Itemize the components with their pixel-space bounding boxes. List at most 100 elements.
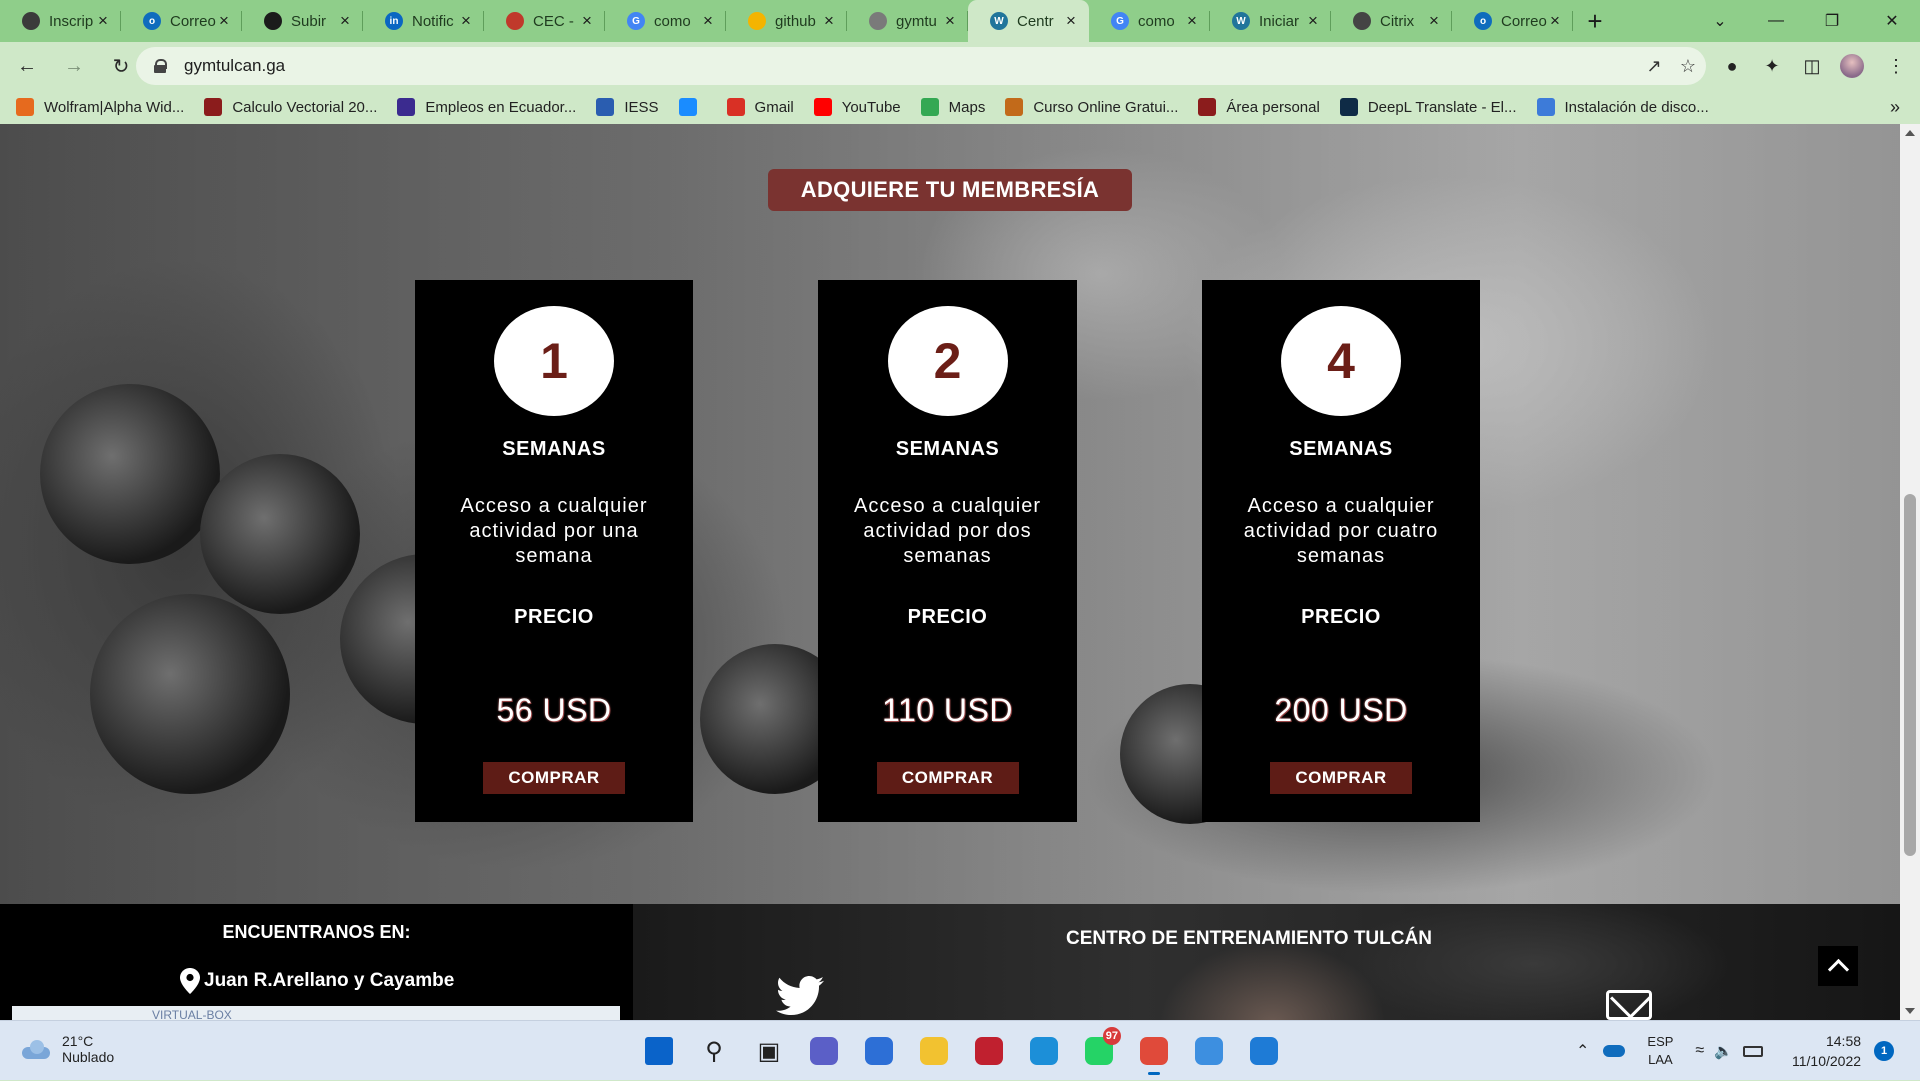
close-window-icon[interactable]: ✕ — [1864, 0, 1920, 42]
scroll-down-arrow-icon[interactable] — [1905, 1008, 1915, 1014]
store-icon[interactable] — [859, 1031, 899, 1071]
tab-title: Centr — [1017, 12, 1054, 30]
profile-avatar[interactable] — [1832, 42, 1872, 90]
close-tab-icon[interactable]: × — [1426, 11, 1442, 31]
twitter-icon[interactable] — [776, 976, 824, 1016]
wifi-icon[interactable]: ≈ — [1695, 1042, 1704, 1060]
search-icon[interactable]: ⚲ — [694, 1031, 734, 1071]
browser-tab[interactable]: CEC - × — [484, 0, 605, 42]
disk-icon — [1536, 98, 1555, 116]
close-tab-icon[interactable]: × — [95, 11, 111, 31]
bookmark-item[interactable]: Wolfram|Alpha Wid... — [16, 98, 184, 116]
remote-desktop-icon[interactable] — [1244, 1031, 1284, 1071]
bookmark-item[interactable]: Calculo Vectorial 20... — [204, 98, 377, 116]
bookmark-label: Área personal — [1226, 98, 1320, 116]
chevron-up-icon[interactable]: ⌃ — [1576, 1041, 1589, 1061]
page-scrollbar[interactable] — [1900, 124, 1920, 1020]
bookmark-item[interactable]: Área personal — [1198, 98, 1320, 116]
close-tab-icon[interactable]: × — [1305, 11, 1321, 31]
close-tab-icon[interactable]: × — [1063, 11, 1079, 31]
browser-tab[interactable]: o Correo × — [1452, 0, 1573, 42]
bookmark-item[interactable]: Curso Online Gratui... — [1005, 98, 1178, 116]
screen-recorder-icon[interactable] — [969, 1031, 1009, 1071]
start-icon[interactable] — [639, 1031, 679, 1071]
bookmark-star-icon[interactable]: ☆ — [1670, 47, 1706, 85]
back-icon[interactable]: ← — [7, 46, 47, 86]
battery-icon[interactable] — [1742, 1045, 1763, 1057]
onedrive-icon[interactable] — [1603, 1045, 1626, 1057]
weather-widget[interactable]: 21°C Nublado — [20, 1033, 114, 1065]
reload-icon[interactable]: ↻ — [101, 46, 141, 86]
forward-icon[interactable]: → — [54, 46, 94, 86]
bookmark-item[interactable]: Maps — [920, 98, 985, 116]
bookmark-item[interactable]: Gmail — [726, 98, 794, 116]
close-tab-icon[interactable]: × — [579, 11, 595, 31]
close-tab-icon[interactable]: × — [337, 11, 353, 31]
bookmark-item[interactable] — [678, 98, 707, 116]
more-bookmarks-icon[interactable]: » — [1890, 90, 1900, 124]
lock-icon[interactable] — [154, 59, 167, 73]
notepad-icon[interactable] — [1189, 1031, 1229, 1071]
find-us-heading: ENCUENTRANOS EN: — [222, 922, 411, 942]
chrome-icon[interactable] — [1134, 1031, 1174, 1075]
bookmark-item[interactable]: YouTube — [813, 98, 901, 116]
map-embed[interactable]: VIRTUAL-BOX — [12, 1006, 620, 1020]
close-tab-icon[interactable]: × — [942, 11, 958, 31]
close-tab-icon[interactable]: × — [1184, 11, 1200, 31]
menu-icon[interactable]: ⋮ — [1876, 42, 1916, 90]
task-view-icon[interactable]: ▣ — [749, 1031, 789, 1071]
share-icon[interactable]: ↗ — [1636, 47, 1672, 85]
browser-tab[interactable]: W Iniciar × — [1210, 0, 1331, 42]
side-panel-icon[interactable]: ◫ — [1792, 42, 1832, 90]
close-tab-icon[interactable]: × — [700, 11, 716, 31]
scrollbar-thumb[interactable] — [1904, 494, 1916, 856]
close-tab-icon[interactable]: × — [458, 11, 474, 31]
whatsapp-icon[interactable]: 97 — [1079, 1027, 1121, 1071]
bookmark-item[interactable]: Instalación de disco... — [1536, 98, 1709, 116]
edge-icon[interactable] — [1024, 1031, 1064, 1071]
scroll-up-arrow-icon[interactable] — [1905, 130, 1915, 136]
tab-title: Subir — [291, 12, 327, 30]
clock[interactable]: 14:58 11/10/2022 — [1792, 1031, 1861, 1071]
deepl-icon — [1339, 98, 1358, 116]
buy-button[interactable]: COMPRAR — [1270, 762, 1412, 794]
wordpress-icon: W — [990, 12, 1008, 30]
new-tab-icon[interactable]: + — [1573, 0, 1617, 42]
browser-tab[interactable]: Subir × — [242, 0, 363, 42]
buy-button[interactable]: COMPRAR — [483, 762, 625, 794]
close-tab-icon[interactable]: × — [1547, 11, 1563, 31]
file-explorer-icon[interactable] — [914, 1031, 954, 1071]
browser-tab[interactable]: Inscrip × — [0, 0, 121, 42]
url-text[interactable]: gymtulcan.ga — [184, 56, 285, 76]
language[interactable]: ESP — [1647, 1033, 1673, 1051]
browser-tab[interactable]: in Notific × — [363, 0, 484, 42]
browser-tab[interactable]: Gcomo × — [1089, 0, 1210, 42]
address-bar[interactable]: gymtulcan.ga ↗ ☆ — [136, 47, 1706, 85]
browser-tab[interactable]: o Correo × — [121, 0, 242, 42]
bookmark-item[interactable]: IESS — [596, 98, 659, 116]
browser-tab[interactable]: W Centr × — [968, 0, 1089, 42]
bookmark-item[interactable]: DeepL Translate - El... — [1339, 98, 1517, 116]
extensions-puzzle-icon[interactable]: ✦ — [1752, 42, 1792, 90]
bookmark-label: Wolfram|Alpha Wid... — [44, 98, 185, 116]
browser-tab[interactable]: gymtu × — [847, 0, 968, 42]
mail-icon[interactable] — [1606, 990, 1652, 1020]
scroll-to-top-button[interactable] — [1818, 946, 1858, 986]
browser-tab[interactable]: github × — [726, 0, 847, 42]
tab-search-icon[interactable]: ⌄ — [1692, 0, 1748, 42]
minimize-icon[interactable]: — — [1748, 0, 1804, 42]
notification-badge[interactable]: 1 — [1874, 1041, 1894, 1061]
github-icon — [264, 12, 282, 30]
volume-icon[interactable]: 🔈 — [1714, 1042, 1733, 1060]
browser-tab[interactable]: Gcomo × — [605, 0, 726, 42]
extension-icon[interactable]: ● — [1712, 42, 1752, 90]
keyboard-layout[interactable]: LAA — [1648, 1051, 1673, 1069]
bookmark-item[interactable]: Empleos en Ecuador... — [397, 98, 576, 116]
teams-icon[interactable] — [804, 1031, 844, 1071]
buy-button[interactable]: COMPRAR — [876, 762, 1019, 794]
browser-tab[interactable]: Citrix × — [1331, 0, 1452, 42]
close-tab-icon[interactable]: × — [821, 11, 837, 31]
restore-icon[interactable]: ❐ — [1804, 0, 1860, 42]
close-tab-icon[interactable]: × — [216, 11, 232, 31]
price-label: PRECIO — [907, 606, 988, 628]
